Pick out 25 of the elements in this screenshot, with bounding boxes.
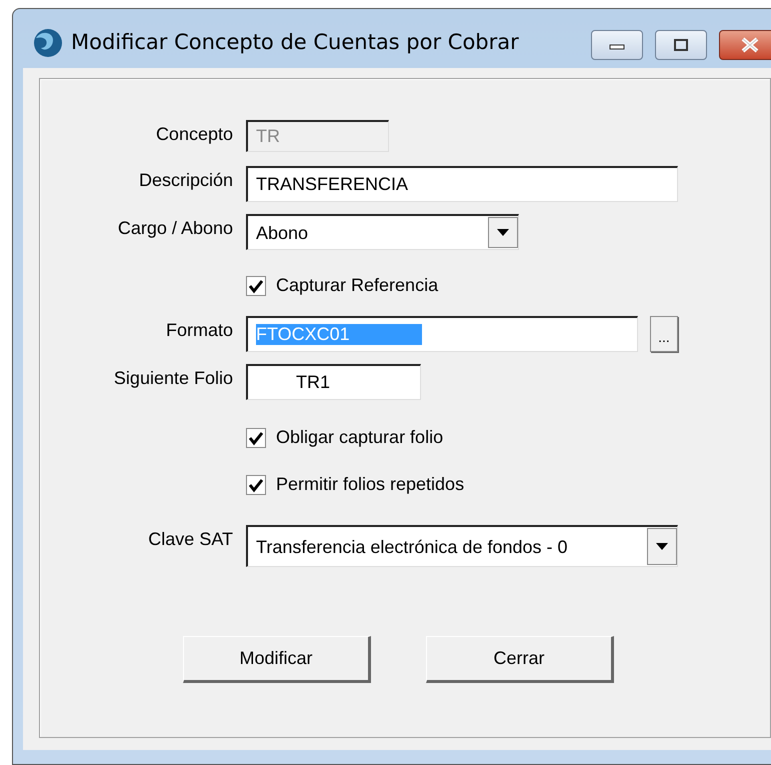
dialog-button[interactable]: Modificar	[183, 636, 371, 683]
maximize-button[interactable]	[655, 30, 707, 60]
input-field[interactable]: TR1	[246, 364, 421, 400]
close-icon	[740, 37, 760, 53]
field-label: Descripción	[138, 170, 233, 190]
field-label: Formato	[166, 320, 233, 340]
checkbox-label: Obligar capturar folio	[276, 427, 444, 448]
field-label: Siguiente Folio	[114, 368, 233, 388]
close-button[interactable]	[719, 30, 771, 60]
field-label: Concepto	[156, 124, 233, 144]
dropdown[interactable]: Transferencia electrónica de fondos - 0	[246, 525, 678, 567]
minimize-button[interactable]	[591, 30, 643, 60]
checkbox-label: Permitir folios repetidos	[276, 474, 464, 495]
field-label: Cargo / Abono	[118, 218, 233, 238]
window-title: Modificar Concepto de Cuentas por Cobrar	[71, 30, 519, 54]
browse-button[interactable]: ...	[650, 316, 678, 352]
dialog-button[interactable]: Cerrar	[426, 636, 614, 683]
input-field[interactable]: TRANSFERENCIA	[246, 166, 678, 202]
maximize-icon	[673, 38, 689, 52]
field-label: Clave SAT	[148, 529, 233, 549]
checkbox[interactable]	[246, 474, 266, 494]
checkbox[interactable]	[246, 428, 266, 448]
dropdown[interactable]: Abono	[246, 214, 519, 250]
checkbox-label: Capturar Referencia	[276, 275, 438, 296]
checkbox[interactable]	[246, 276, 266, 296]
